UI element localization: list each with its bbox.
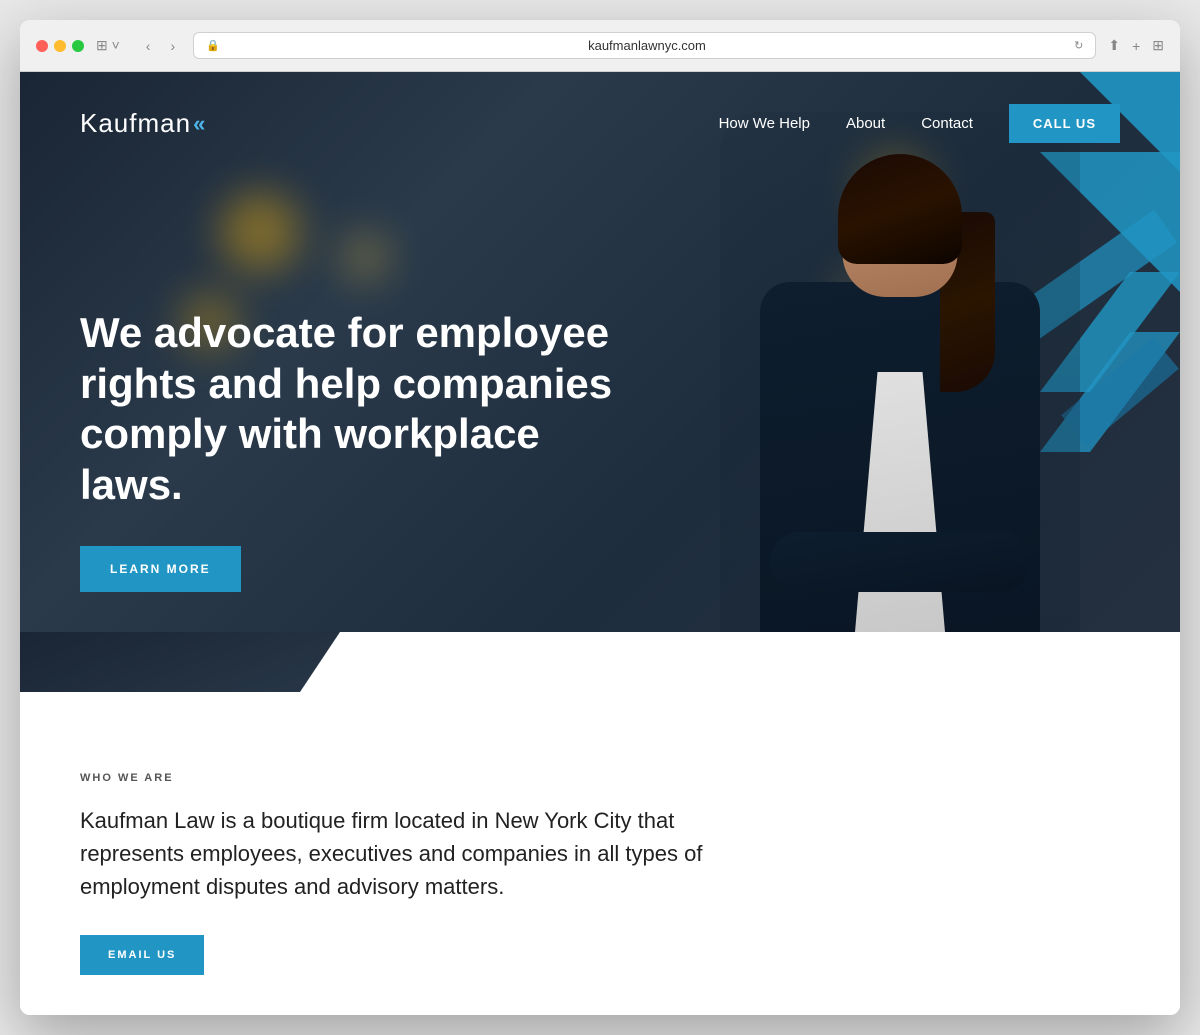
nav-how-we-help[interactable]: How We Help [719, 115, 810, 132]
about-section: WHO WE ARE Kaufman Law is a boutique fir… [20, 712, 1180, 1015]
bokeh-light-3 [340, 232, 390, 282]
back-button[interactable]: ‹ [140, 36, 157, 56]
grid-button[interactable]: ⊞ [1152, 37, 1164, 54]
call-us-button[interactable]: CALL US [1009, 104, 1120, 143]
browser-toolbar: ⊞ ˅ ‹ › 🔒 kaufmanlawnyc.com ↻ ⬆ + ⊞ [20, 20, 1180, 72]
hero-section: Kaufman « How We Help About Contact CALL… [20, 72, 1180, 712]
navigation: Kaufman « How We Help About Contact CALL… [20, 72, 1180, 175]
share-button[interactable]: ⬆ [1108, 37, 1120, 54]
logo-text: Kaufman [80, 108, 191, 139]
nav-about[interactable]: About [846, 115, 885, 132]
browser-window: ⊞ ˅ ‹ › 🔒 kaufmanlawnyc.com ↻ ⬆ + ⊞ [20, 20, 1180, 1015]
section-label: WHO WE ARE [80, 772, 1120, 784]
url-display: kaufmanlawnyc.com [228, 38, 1066, 53]
bokeh-light-1 [220, 192, 300, 272]
browser-dots [36, 40, 84, 52]
hero-person [720, 112, 1080, 712]
browser-actions: ⬆ + ⊞ [1108, 37, 1164, 54]
nav-contact[interactable]: Contact [921, 115, 973, 132]
browser-nav: ‹ › [140, 36, 181, 56]
dot-minimize[interactable] [54, 40, 66, 52]
hero-content: We advocate for employee rights and help… [80, 308, 640, 592]
lock-icon: 🔒 [206, 39, 220, 52]
section-body-text: Kaufman Law is a boutique firm located i… [80, 804, 760, 903]
logo-chevron-icon: « [193, 111, 205, 137]
email-us-button[interactable]: EMAIL US [80, 935, 204, 975]
sidebar-toggle-button[interactable]: ⊞ ˅ [96, 37, 120, 54]
nav-links: How We Help About Contact CALL US [719, 104, 1120, 143]
learn-more-button[interactable]: LEARN MORE [80, 546, 241, 592]
new-tab-button[interactable]: + [1132, 38, 1140, 54]
forward-button[interactable]: › [164, 36, 181, 56]
hero-headline: We advocate for employee rights and help… [80, 308, 640, 510]
refresh-icon[interactable]: ↻ [1074, 39, 1083, 52]
website: Kaufman « How We Help About Contact CALL… [20, 72, 1180, 1015]
site-logo[interactable]: Kaufman « [80, 108, 205, 139]
dot-close[interactable] [36, 40, 48, 52]
address-bar[interactable]: 🔒 kaufmanlawnyc.com ↻ [193, 32, 1096, 59]
dot-maximize[interactable] [72, 40, 84, 52]
